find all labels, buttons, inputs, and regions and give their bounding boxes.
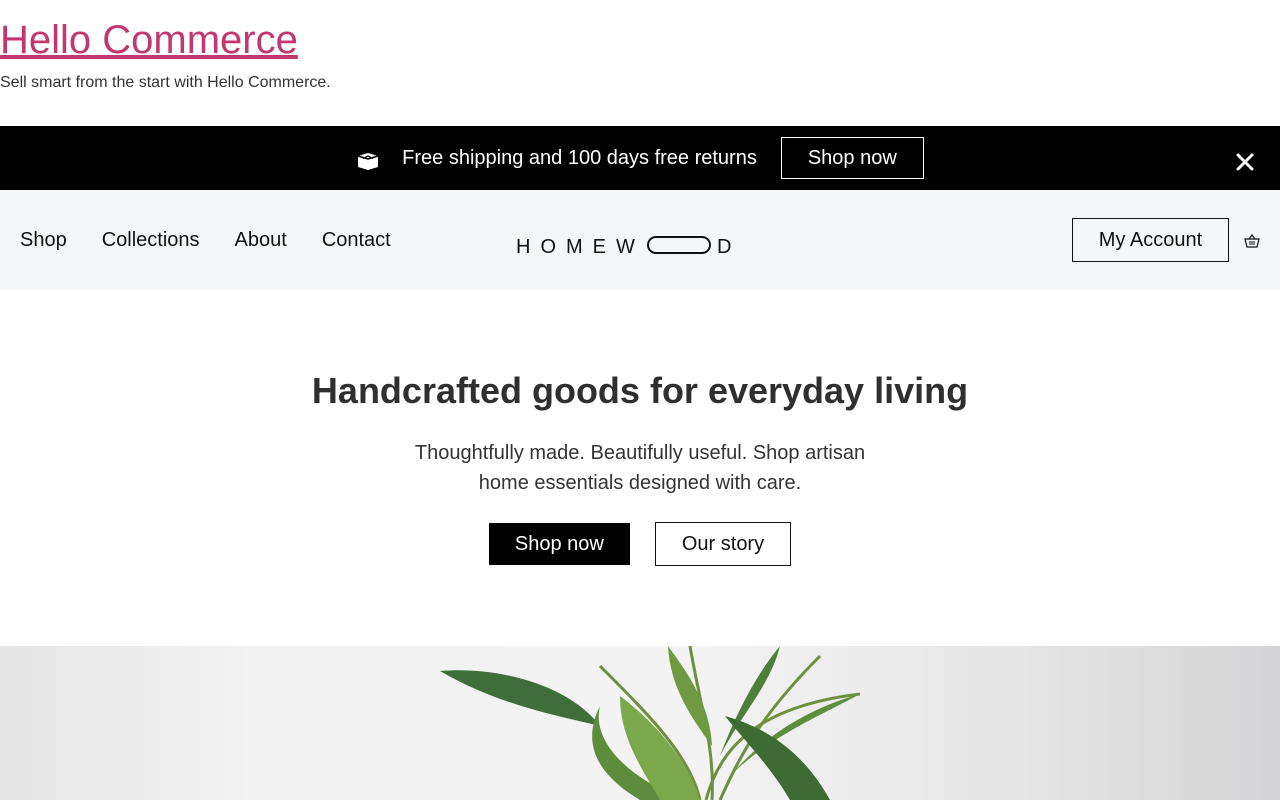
our-story-button[interactable]: Our story	[654, 522, 792, 566]
site-title-link[interactable]: Hello Commerce	[0, 18, 298, 62]
logo-text-d: D	[717, 236, 731, 256]
basket-icon[interactable]	[1244, 234, 1260, 248]
hero-shop-now-button[interactable]: Shop now	[488, 523, 630, 565]
nav-link-collections[interactable]: Collections	[102, 229, 200, 252]
box-icon	[357, 153, 379, 170]
nav-link-about[interactable]: About	[235, 229, 287, 252]
homewood-logo[interactable]: HOMEW D	[516, 234, 736, 256]
logo-text-home: HOMEW	[516, 236, 645, 256]
site-title: Hello Commerce	[0, 17, 298, 63]
promo-bar: Free shipping and 100 days free returns …	[0, 126, 1280, 190]
nav-link-contact[interactable]: Contact	[322, 229, 391, 252]
promo-content: Free shipping and 100 days free returns …	[356, 137, 924, 179]
hero-buttons: Shop now Our story	[0, 522, 1280, 566]
nav-links: Shop Collections About Contact	[20, 190, 426, 290]
site-header: Hello Commerce Sell smart from the start…	[0, 0, 1280, 126]
plant-image	[440, 646, 861, 800]
promo-text: Free shipping and 100 days free returns	[402, 146, 757, 169]
hero-section: Handcrafted goods for everyday living Th…	[0, 290, 1280, 646]
logo-pill	[647, 236, 711, 254]
hero-title: Handcrafted goods for everyday living	[311, 370, 969, 411]
promo-shop-now-button[interactable]: Shop now	[780, 137, 924, 179]
site-tagline: Sell smart from the start with Hello Com…	[0, 74, 331, 91]
hero-image	[0, 646, 1280, 800]
close-icon[interactable]	[1236, 153, 1254, 171]
my-account-button[interactable]: My Account	[1072, 218, 1229, 262]
nav-link-shop[interactable]: Shop	[20, 229, 67, 252]
hero-subtitle: Thoughtfully made. Beautifully useful. S…	[414, 442, 866, 494]
